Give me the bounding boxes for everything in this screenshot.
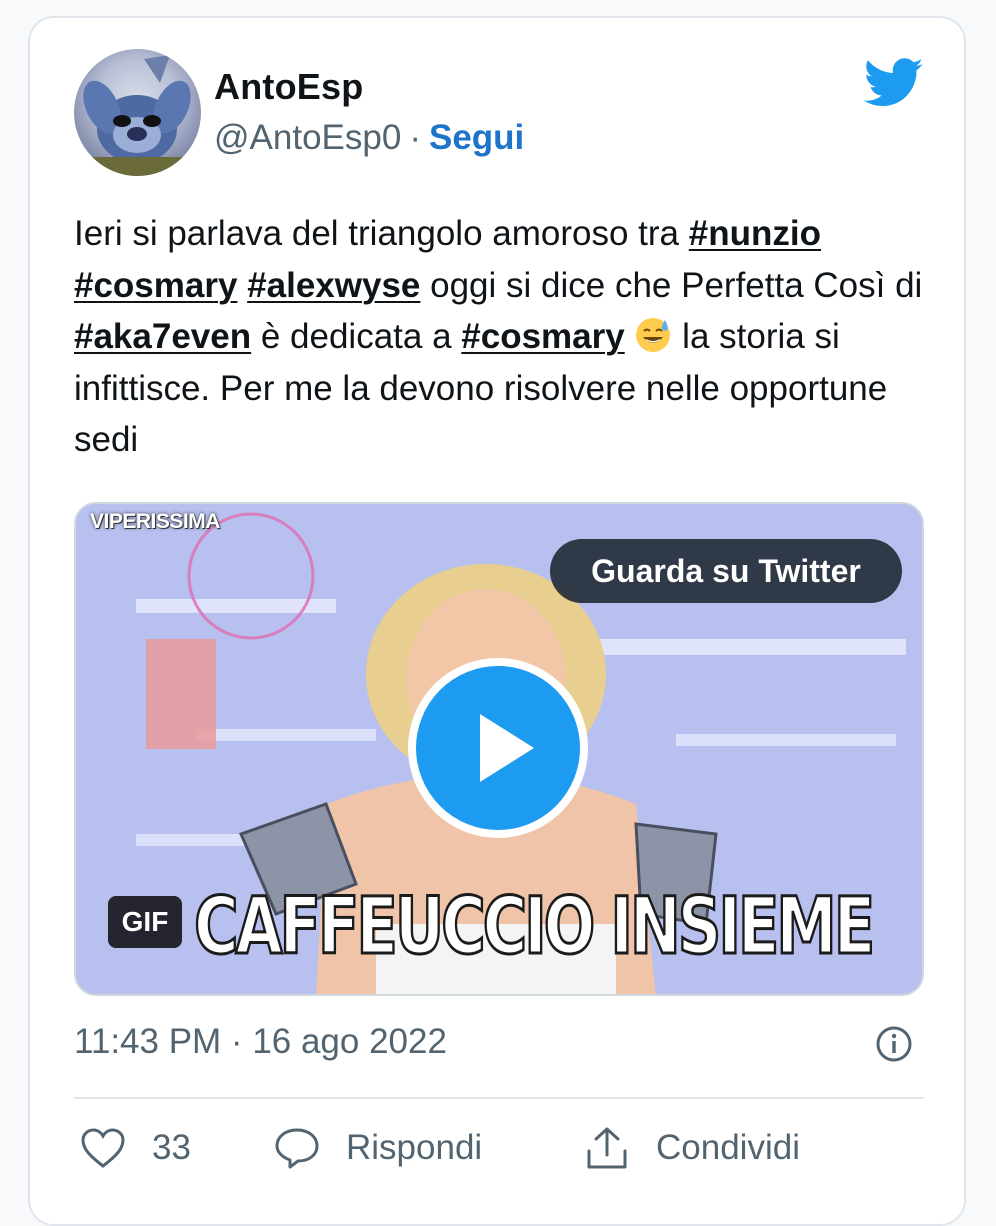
avatar[interactable] bbox=[74, 49, 201, 176]
reply-button[interactable]: Rispondi bbox=[274, 1118, 482, 1178]
twitter-bird-icon[interactable] bbox=[863, 58, 924, 108]
action-bar: 33 Rispondi Condividi bbox=[74, 1118, 924, 1178]
tweet-text-segment bbox=[237, 266, 247, 305]
heart-icon bbox=[81, 1128, 125, 1168]
tweet-text-segment bbox=[625, 317, 635, 356]
tweet-text-segment: oggi si dice che Perfetta Così di bbox=[420, 265, 923, 305]
hashtag-link[interactable]: #cosmary bbox=[74, 266, 237, 305]
play-icon bbox=[480, 714, 534, 782]
hashtag-link[interactable]: #alexwyse bbox=[247, 266, 420, 305]
play-button[interactable] bbox=[408, 658, 588, 838]
tweet-timestamp[interactable]: 11:43 PM · 16 ago 2022 bbox=[74, 1022, 447, 1062]
hashtag-link[interactable]: #aka7even bbox=[74, 317, 251, 356]
share-label: Condividi bbox=[656, 1128, 800, 1167]
like-button[interactable]: 33 bbox=[80, 1118, 191, 1178]
share-button[interactable]: Condividi bbox=[584, 1118, 800, 1178]
follow-button[interactable]: Segui bbox=[429, 118, 524, 157]
gif-caption: CAFFEUCCIO INSIEME bbox=[193, 881, 877, 974]
gif-media[interactable]: VIPERISSIMA Guarda su Twitter GIF CAFFEU… bbox=[74, 502, 924, 996]
info-icon[interactable] bbox=[874, 1024, 914, 1064]
like-count: 33 bbox=[152, 1128, 191, 1167]
reply-label: Rispondi bbox=[346, 1128, 483, 1167]
tweet-card: AntoEsp @AntoEsp0 · Segui Ieri si parlava … bbox=[28, 16, 966, 1226]
speech-bubble-icon bbox=[275, 1128, 319, 1169]
separator-dot: · bbox=[409, 118, 421, 157]
divider bbox=[74, 1097, 924, 1099]
tweet-text: Ieri si parlava del triangolo amoroso tr… bbox=[74, 208, 934, 466]
handle-row: @AntoEsp0 · Segui bbox=[214, 118, 524, 158]
tweet-text-segment: è dedicata a bbox=[251, 317, 462, 356]
source-tag: VIPERISSIMA bbox=[90, 510, 220, 533]
watch-on-twitter-button[interactable]: Guarda su Twitter bbox=[550, 539, 902, 603]
gif-badge: GIF bbox=[108, 896, 182, 948]
hashtag-link[interactable]: #nunzio bbox=[689, 214, 821, 253]
hashtag-link[interactable]: #cosmary bbox=[461, 317, 624, 356]
author-name[interactable]: AntoEsp bbox=[214, 66, 363, 108]
share-upload-icon bbox=[587, 1127, 627, 1169]
grinning-sweat-emoji bbox=[636, 318, 671, 352]
tweet-text-segment: Ieri si parlava del triangolo amoroso tr… bbox=[74, 214, 689, 253]
author-handle[interactable]: @AntoEsp0 bbox=[214, 118, 401, 157]
